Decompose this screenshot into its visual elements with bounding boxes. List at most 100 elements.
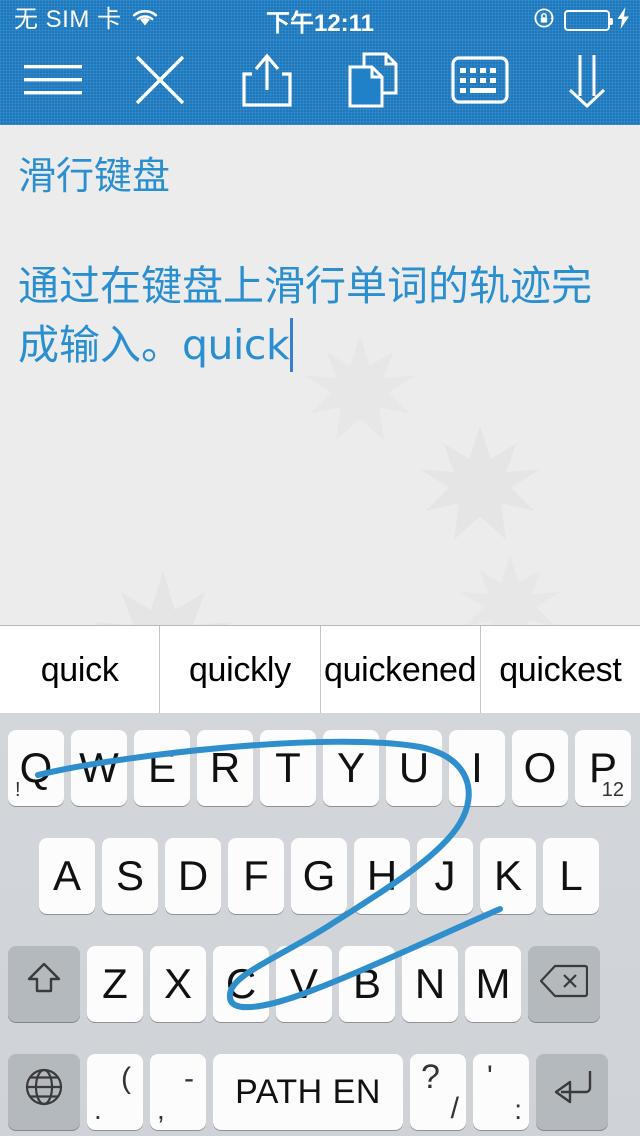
key-r[interactable]: R xyxy=(197,730,253,806)
keyboard-row-3: Z X C V B N M xyxy=(0,946,640,1022)
globe-language-icon xyxy=(24,1067,64,1117)
key-label: A xyxy=(52,852,81,899)
keyboard-icon xyxy=(451,56,509,109)
key-sublabel-bottom: , xyxy=(157,1094,165,1125)
double-down-arrow-icon xyxy=(564,52,610,113)
key-c[interactable]: C xyxy=(213,946,269,1022)
close-button[interactable] xyxy=(107,40,214,125)
key-label: B xyxy=(352,960,381,1007)
key-z[interactable]: Z xyxy=(87,946,143,1022)
key-q[interactable]: Q ! xyxy=(8,730,64,806)
hamburger-menu-icon xyxy=(22,56,84,109)
key-label: J xyxy=(434,852,456,899)
language-globe-key[interactable] xyxy=(8,1054,80,1130)
keyboard-button[interactable] xyxy=(427,40,534,125)
key-v[interactable]: V xyxy=(276,946,332,1022)
key-j[interactable]: J xyxy=(417,838,473,914)
key-x[interactable]: X xyxy=(150,946,206,1022)
battery-icon xyxy=(564,9,613,31)
shift-arrow-icon xyxy=(25,960,63,1008)
key-label: L xyxy=(559,852,583,899)
key-sublabel: 12 xyxy=(601,779,624,801)
document-text-content[interactable]: 滑行键盘 通过在键盘上滑行单词的轨迹完成输入。quick xyxy=(0,125,640,375)
key-period-paren[interactable]: ( . xyxy=(87,1054,143,1130)
key-e[interactable]: E xyxy=(134,730,190,806)
suggestion-item[interactable]: quickly xyxy=(160,626,321,714)
key-label: M xyxy=(475,960,511,1007)
suggestion-bar: quick quickly quickened quickest xyxy=(0,625,640,714)
key-label: Z xyxy=(102,960,128,1007)
key-sublabel-bottom: : xyxy=(514,1094,522,1125)
return-key[interactable] xyxy=(536,1054,608,1130)
rotation-lock-icon xyxy=(533,6,557,35)
space-key-label: PATH EN xyxy=(235,1072,381,1111)
clock-label: 下午12:11 xyxy=(265,9,375,37)
key-comma-hyphen[interactable]: - , xyxy=(150,1054,206,1130)
key-t[interactable]: T xyxy=(260,730,316,806)
key-s[interactable]: S xyxy=(102,838,158,914)
suggestion-item[interactable]: quick xyxy=(0,626,161,714)
suggestion-item[interactable]: quickened xyxy=(321,626,481,714)
document-typed-word: quick xyxy=(182,320,290,369)
key-question-slash[interactable]: ? / xyxy=(410,1054,466,1130)
key-l[interactable]: L xyxy=(543,838,599,914)
key-sublabel-top: - xyxy=(184,1062,194,1095)
key-sublabel-top: ? xyxy=(421,1058,440,1096)
share-button[interactable] xyxy=(213,40,320,125)
key-f[interactable]: F xyxy=(228,838,284,914)
key-sublabel-top: ' xyxy=(487,1060,493,1093)
key-sublabel: ! xyxy=(15,779,21,801)
space-key[interactable]: PATH EN xyxy=(213,1054,403,1130)
copy-documents-icon xyxy=(346,51,400,114)
key-label: C xyxy=(225,960,257,1007)
key-label: I xyxy=(471,744,483,791)
document-area[interactable]: 滑行键盘 通过在键盘上滑行单词的轨迹完成输入。quick xyxy=(0,125,640,625)
key-k[interactable]: K xyxy=(480,838,536,914)
key-label: Q xyxy=(19,744,53,791)
key-label: Y xyxy=(336,744,365,791)
charging-bolt-icon xyxy=(617,6,630,34)
key-label: H xyxy=(366,852,398,899)
copy-button[interactable] xyxy=(320,40,427,125)
key-sublabel-bottom: . xyxy=(94,1094,102,1125)
backspace-delete-icon xyxy=(539,960,589,1008)
return-enter-icon xyxy=(550,1068,594,1116)
keyboard-row-2: A S D F G H J K L xyxy=(0,838,640,914)
text-caret xyxy=(290,317,294,372)
maple-leaf-watermark-icon xyxy=(459,554,561,625)
key-label: O xyxy=(523,744,557,791)
menu-button[interactable] xyxy=(0,40,107,125)
key-label: D xyxy=(177,852,209,899)
suggestion-item[interactable]: quickest xyxy=(481,626,640,714)
key-a[interactable]: A xyxy=(39,838,95,914)
key-n[interactable]: N xyxy=(402,946,458,1022)
key-label: N xyxy=(414,960,446,1007)
hide-keyboard-button[interactable] xyxy=(533,40,640,125)
key-label: X xyxy=(163,960,192,1007)
key-label: S xyxy=(115,852,144,899)
key-label: U xyxy=(398,744,430,791)
key-label: T xyxy=(275,744,301,791)
key-w[interactable]: W xyxy=(71,730,127,806)
key-label: V xyxy=(289,960,318,1007)
key-m[interactable]: M xyxy=(465,946,521,1022)
key-y[interactable]: Y xyxy=(323,730,379,806)
key-g[interactable]: G xyxy=(291,838,347,914)
key-i[interactable]: I xyxy=(449,730,505,806)
key-o[interactable]: O xyxy=(512,730,568,806)
key-label: R xyxy=(209,744,241,791)
key-b[interactable]: B xyxy=(339,946,395,1022)
key-d[interactable]: D xyxy=(165,838,221,914)
key-p[interactable]: P 12 xyxy=(575,730,631,806)
key-sublabel-bottom: / xyxy=(450,1092,459,1125)
shift-key[interactable] xyxy=(8,946,80,1022)
key-h[interactable]: H xyxy=(354,838,410,914)
key-label: W xyxy=(79,744,119,791)
key-label: F xyxy=(243,852,269,899)
document-body: 通过在键盘上滑行单词的轨迹完成输入。quick xyxy=(18,257,622,376)
backspace-key[interactable] xyxy=(528,946,600,1022)
document-title: 滑行键盘 xyxy=(18,154,171,198)
document-body-cjk: 通过在键盘上滑行单词的轨迹完成输入。 xyxy=(18,261,592,369)
key-u[interactable]: U xyxy=(386,730,442,806)
key-apostrophe-colon[interactable]: ' : xyxy=(473,1054,529,1130)
